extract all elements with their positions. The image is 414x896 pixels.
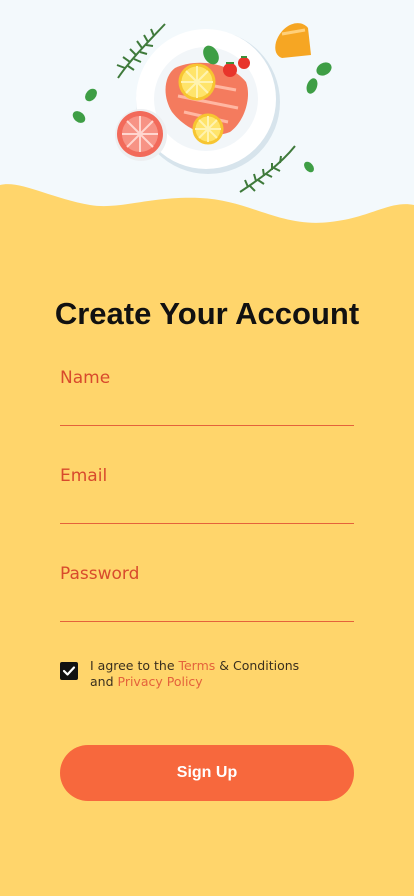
email-underline [60,523,354,524]
hero-illustration [0,0,414,223]
checkmark-icon [62,666,76,676]
sign-up-button[interactable]: Sign Up [60,745,354,801]
email-field[interactable]: Email [60,466,354,526]
privacy-policy-link[interactable]: Privacy Policy [118,674,203,689]
name-field[interactable]: Name [60,368,354,428]
name-underline [60,425,354,426]
page-title: Create Your Account [54,296,360,331]
lemon-slice-icon [192,113,224,145]
terms-prefix: I agree to the [90,658,179,673]
password-label: Password [60,564,140,584]
name-label: Name [60,368,111,388]
email-input[interactable] [60,490,354,514]
password-input[interactable] [60,588,354,612]
terms-and: and [90,674,118,689]
name-input[interactable] [60,392,354,416]
email-label: Email [60,466,108,486]
grapefruit-icon [115,109,167,161]
terms-checkbox[interactable] [60,662,78,680]
password-field[interactable]: Password [60,564,354,624]
lemon-slice-icon [178,63,216,101]
password-underline [60,621,354,622]
terms-agreement: I agree to the Terms & Conditions and Pr… [60,658,360,692]
terms-middle: & Conditions [215,658,300,673]
terms-text: I agree to the Terms & Conditions and Pr… [90,658,350,690]
terms-link[interactable]: Terms [178,658,215,673]
